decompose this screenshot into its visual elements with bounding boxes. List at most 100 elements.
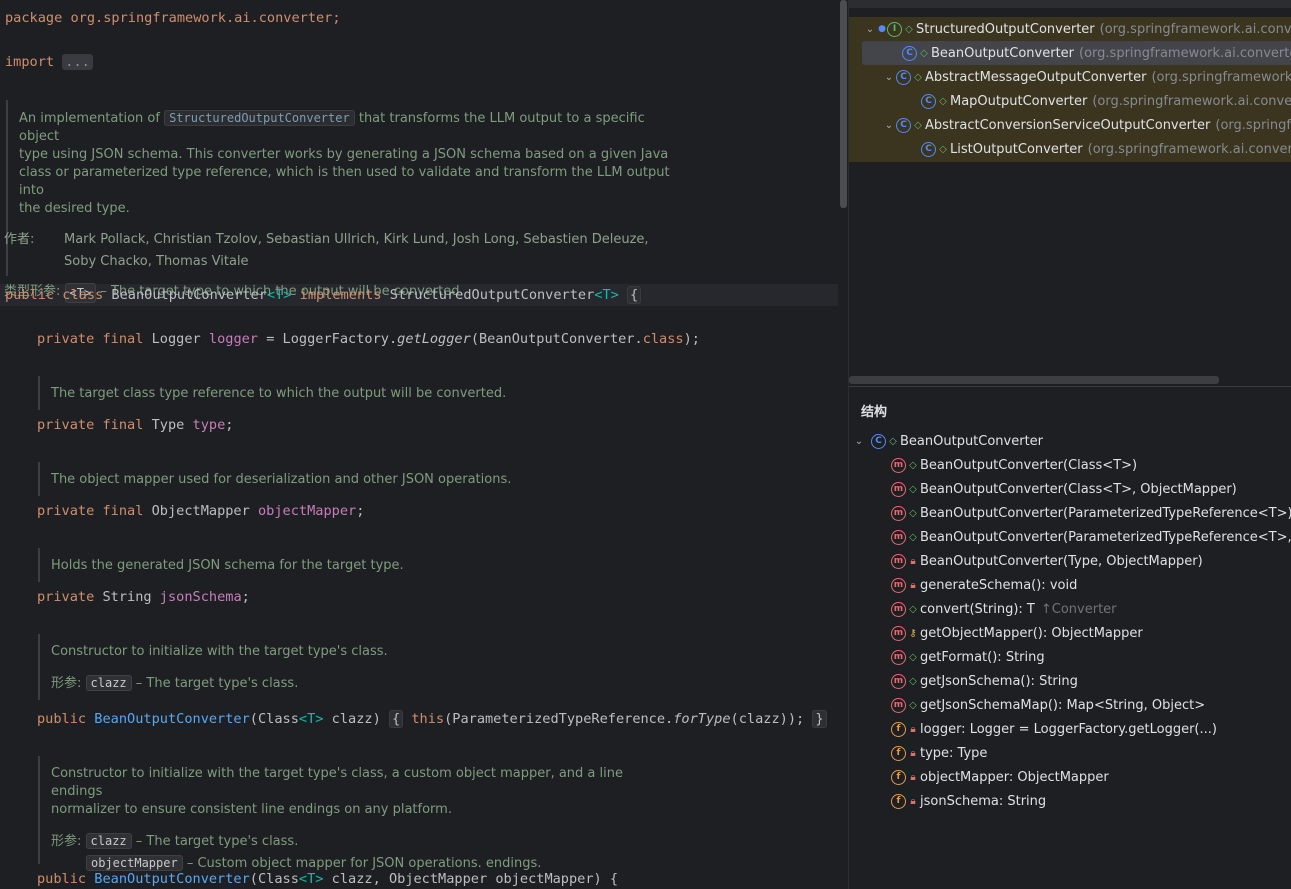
ctor2-line[interactable]: public BeanOutputConverter(Class<T> claz… [37, 870, 618, 888]
type-hierarchy-panel: ⌄ ● I ◇ StructuredOutputConverter (org.sp… [848, 0, 1291, 385]
structure-member[interactable]: m 🔒︎ BeanOutputConverter(Type, ObjectMappe… [891, 549, 1203, 573]
method-icon: m [891, 529, 906, 545]
import-fold[interactable]: ... [62, 54, 93, 70]
hierarchy-item-map-output-converter[interactable]: C ◇ MapOutputConverter (org.springframewo… [921, 89, 1291, 113]
type-field-doc: The target class type reference to which… [38, 376, 638, 410]
structure-member[interactable]: m ◇ BeanOutputConverter(Class<T>, ObjectMa… [891, 477, 1237, 501]
class-doc-line4: the desired type. [19, 201, 130, 216]
structure-member[interactable]: f 🔒︎ logger: Logger = LoggerFactory.getLog… [891, 717, 1217, 741]
public-icon: ◇ [909, 507, 917, 519]
method-icon: m [891, 697, 906, 713]
package-line[interactable]: package org.springframework.ai.converter… [5, 9, 341, 27]
final-field-icon: f [891, 745, 906, 761]
import-line[interactable]: import ... [5, 53, 93, 71]
public-icon: ◇ [909, 651, 917, 663]
class-doc-line2: type using JSON schema. This converter w… [19, 147, 669, 162]
editor-scrollbar[interactable] [838, 0, 848, 889]
authors-line2: Soby Chacko, Thomas Vitale [64, 254, 249, 269]
structure-member[interactable]: m ◇ BeanOutputConverter(ParameterizedTypeR… [891, 525, 1291, 549]
structured-output-converter-link[interactable]: StructuredOutputConverter [164, 110, 355, 126]
public-icon: ◇ [905, 23, 913, 35]
public-icon: ◇ [939, 95, 947, 107]
public-icon: ◇ [909, 459, 917, 471]
hierarchy-item-list-output-converter[interactable]: C ◇ ListOutputConverter (org.springframew… [921, 137, 1291, 161]
class-javadoc: An implementation of StructuredOutputCon… [4, 100, 676, 303]
abstract-class-icon: C [896, 117, 911, 133]
structure-member[interactable]: m ⚷ getObjectMapper(): ObjectMapper [891, 621, 1143, 645]
class-declaration[interactable]: public class BeanOutputConverter<T> impl… [5, 286, 642, 304]
public-icon: ◇ [914, 119, 922, 131]
structure-member[interactable]: m ◇ BeanOutputConverter(ParameterizedTypeR… [891, 501, 1291, 525]
method-icon: m [891, 625, 906, 641]
hierarchy-item-structured-output-converter[interactable]: ⌄ ● I ◇ StructuredOutputConverter (org.sp… [863, 17, 1291, 41]
mapper-field-doc: The object mapper used for deserializati… [38, 462, 638, 496]
schema-field-line[interactable]: private String jsonSchema; [37, 588, 250, 606]
type-field-line[interactable]: private final Type type; [37, 416, 233, 434]
public-icon: ◇ [909, 699, 917, 711]
ctor1-param: 形参: clazz – The target type's class. [51, 675, 299, 691]
hierarchy-item-abstract-message-output-converter[interactable]: ⌄ C ◇ AbstractMessageOutputConverter (org… [882, 65, 1291, 89]
structure-member[interactable]: f 🔒︎ objectMapper: ObjectMapper [891, 765, 1109, 789]
final-field-icon: f [891, 769, 906, 785]
author-label: 作者: [4, 232, 35, 247]
public-icon: ◇ [909, 603, 917, 615]
structure-member[interactable]: f 🔒︎ jsonSchema: String [891, 789, 1046, 813]
structure-member[interactable]: m ◇ convert(String): T ↑Converter [891, 597, 1117, 621]
ctor2-param1: 形参: clazz – The target type's class. [51, 833, 299, 849]
interface-icon: I [887, 21, 902, 37]
structure-member[interactable]: m ◇ getFormat(): String [891, 645, 1045, 669]
private-lock-icon: 🔒︎ [910, 771, 916, 783]
ctor2-javadoc: Constructor to initialize with the targe… [38, 756, 678, 871]
mapper-field-line[interactable]: private final ObjectMapper objectMapper; [37, 502, 364, 520]
method-icon: m [891, 481, 906, 497]
authors-line1: Mark Pollack, Christian Tzolov, Sebastia… [64, 232, 649, 247]
chevron-down-icon[interactable]: ⌄ [852, 436, 866, 447]
public-icon: ◇ [909, 483, 917, 495]
private-lock-icon: 🔒︎ [910, 795, 916, 807]
private-lock-icon: 🔒︎ [910, 747, 916, 759]
overrides-indicator: ↑Converter [1040, 601, 1117, 617]
structure-member[interactable]: m ◇ getJsonSchemaMap(): Map<String, Object… [891, 693, 1205, 717]
method-icon: m [891, 673, 906, 689]
structure-root[interactable]: ⌄ C ◇ BeanOutputConverter [852, 429, 1043, 453]
field-icon: f [891, 793, 906, 809]
abstract-class-icon: C [896, 69, 911, 85]
public-icon: ◇ [889, 435, 897, 447]
logger-field-line[interactable]: private final Logger logger = LoggerFact… [37, 330, 700, 348]
method-icon: m [891, 649, 906, 665]
class-doc-line3: class or parameterized type reference, w… [19, 165, 670, 198]
class-icon: C [902, 45, 917, 61]
private-lock-icon: 🔒︎ [910, 555, 916, 567]
private-lock-icon: 🔒︎ [910, 579, 916, 591]
package-statement: package org.springframework.ai.converter… [5, 10, 341, 26]
method-icon: m [891, 577, 906, 593]
editor-scroll-thumb[interactable] [840, 0, 847, 208]
class-icon: C [921, 93, 936, 109]
hierarchy-toolbar [849, 0, 1291, 8]
hierarchy-horizontal-scrollbar[interactable] [849, 376, 1219, 384]
public-icon: ◇ [909, 531, 917, 543]
public-icon: ◇ [909, 675, 917, 687]
public-icon: ◇ [920, 47, 928, 59]
class-doc-line1: An implementation of StructuredOutputCon… [19, 110, 645, 144]
class-name: BeanOutputConverter [111, 287, 267, 303]
code-editor[interactable]: package org.springframework.ai.converter… [0, 0, 848, 889]
method-icon: m [891, 505, 906, 521]
structure-member[interactable]: m ◇ getJsonSchema(): String [891, 669, 1078, 693]
hierarchy-item-abstract-conversion-service-output-converter[interactable]: ⌄ C ◇ AbstractConversionServiceOutputCon… [882, 113, 1291, 137]
author-tag: 作者: Mark Pollack, Christian Tzolov, Seba… [4, 231, 676, 271]
structure-member[interactable]: f 🔒︎ type: Type [891, 741, 987, 765]
class-icon: C [871, 433, 886, 449]
chevron-down-icon[interactable]: ⌄ [882, 120, 896, 131]
hierarchy-item-bean-output-converter[interactable]: C ◇ BeanOutputConverter (org.springframew… [862, 41, 1291, 65]
ctor1-line[interactable]: public BeanOutputConverter(Class<T> claz… [37, 710, 827, 728]
schema-field-doc: Holds the generated JSON schema for the … [38, 548, 638, 582]
current-dot-icon: ● [878, 24, 886, 34]
structure-member[interactable]: m 🔒︎ generateSchema(): void [891, 573, 1077, 597]
public-icon: ◇ [914, 71, 922, 83]
private-lock-icon: 🔒︎ [910, 723, 916, 735]
chevron-down-icon[interactable]: ⌄ [882, 72, 896, 83]
structure-panel: 结构 ⌄ C ◇ BeanOutputConverter m ◇ BeanOutpu… [848, 386, 1291, 889]
structure-member[interactable]: m ◇ BeanOutputConverter(Class<T>) [891, 453, 1137, 477]
chevron-down-icon[interactable]: ⌄ [863, 24, 877, 35]
